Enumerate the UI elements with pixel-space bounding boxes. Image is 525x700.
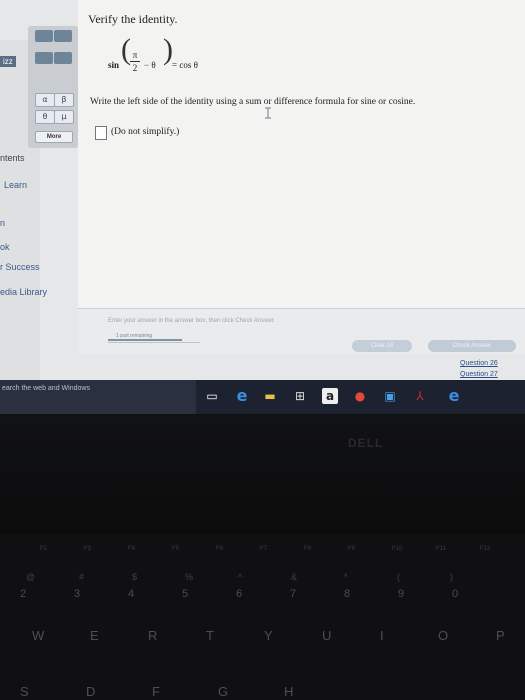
equation-numerator: π — [132, 50, 138, 60]
answer-hint: Enter your answer in the answer box, the… — [108, 318, 276, 324]
sidebar-item-quiz[interactable]: izz — [0, 56, 16, 67]
key-*: * — [344, 572, 348, 582]
check-answer-button[interactable]: Check Answer — [428, 340, 516, 352]
clear-all-button[interactable]: Clear All — [352, 340, 412, 352]
amazon-icon[interactable]: a — [322, 388, 338, 404]
palette-alpha-button[interactable]: α — [35, 93, 55, 107]
key-u: U — [322, 628, 332, 643]
key-): ) — [450, 572, 453, 582]
key-o: O — [438, 628, 449, 643]
edge-icon[interactable]: e — [234, 388, 250, 404]
key-y: Y — [264, 628, 273, 643]
task-view-icon[interactable]: ▭ — [204, 388, 220, 404]
key-s: S — [20, 684, 29, 699]
key-^: ^ — [238, 572, 243, 582]
photos-icon[interactable]: ▣ — [382, 388, 398, 404]
sidebar-item-media-library[interactable]: edia Library — [0, 287, 47, 297]
key-8: 8 — [344, 588, 351, 600]
palette-theta-button[interactable]: θ — [35, 110, 55, 124]
key-f12: F12 — [480, 546, 491, 552]
palette-more-button[interactable]: More — [35, 131, 73, 143]
question-instruction: Write the left side of the identity usin… — [90, 97, 416, 107]
sidebar-item-success[interactable]: r Success — [0, 262, 40, 272]
palette-exponent-button[interactable] — [35, 52, 53, 64]
key-$: $ — [132, 572, 138, 582]
key-e: E — [90, 628, 99, 643]
question-27-link[interactable]: Question 27 — [460, 371, 498, 378]
math-palette: α β θ μ More — [28, 26, 78, 148]
laptop-keyboard — [0, 534, 525, 700]
key-9: 9 — [398, 588, 405, 600]
store-icon[interactable]: ⊞ — [292, 388, 308, 404]
progress-fill — [108, 339, 182, 341]
equation-denominator: 2 — [132, 63, 138, 73]
key-f5: F5 — [172, 546, 180, 552]
key-2: 2 — [20, 588, 27, 600]
key-7: 7 — [290, 588, 297, 600]
key-4: 4 — [128, 588, 135, 600]
key-f4: F4 — [128, 546, 136, 552]
taskbar-search-placeholder: earch the web and Windows — [2, 385, 90, 392]
key-d: D — [86, 684, 96, 699]
equation-rest: − θ — [144, 60, 156, 70]
palette-mu-button[interactable]: μ — [54, 110, 74, 124]
key-t: T — [206, 628, 214, 643]
question-panel — [78, 0, 525, 352]
key-g: G — [218, 684, 229, 699]
fraction-bar — [130, 61, 140, 62]
sidebar-item-learn[interactable]: Learn — [4, 180, 27, 190]
palette-abs-button[interactable] — [54, 52, 72, 64]
key-f2: F2 — [40, 546, 48, 552]
key-@: @ — [26, 572, 36, 582]
sidebar-item-contents[interactable]: ntents — [0, 153, 25, 163]
text-cursor-icon — [265, 107, 271, 119]
key-%: % — [185, 572, 194, 582]
key-w: W — [32, 628, 45, 643]
sidebar-item-n[interactable]: n — [0, 218, 5, 228]
key-f11: F11 — [436, 546, 446, 552]
key-#: # — [79, 572, 85, 582]
sidebar-item-ebook[interactable]: ok — [0, 242, 10, 252]
answer-note: (Do not simplify.) — [111, 127, 180, 137]
taskbar-search-box[interactable]: earch the web and Windows — [0, 380, 196, 414]
equation-fraction: π 2 — [128, 50, 142, 73]
file-explorer-icon[interactable]: ▬ — [262, 388, 278, 404]
screen: izz ntents Learn n ok r Success edia Lib… — [0, 0, 525, 380]
key-f9: F9 — [348, 546, 356, 552]
laptop-brand-logo: DELL — [348, 436, 384, 450]
key-f8: F8 — [304, 546, 312, 552]
palette-mixed-button[interactable] — [54, 30, 72, 42]
key-f: F — [152, 684, 160, 699]
key-r: R — [148, 628, 158, 643]
key-6: 6 — [236, 588, 243, 600]
question-26-link[interactable]: Question 26 — [460, 360, 498, 367]
answer-input-box[interactable] — [95, 126, 107, 140]
key-0: 0 — [452, 588, 459, 600]
key-f6: F6 — [216, 546, 224, 552]
laptop-bezel — [0, 414, 525, 534]
ie-icon[interactable]: e — [446, 388, 462, 404]
palette-beta-button[interactable]: β — [54, 93, 74, 107]
key-3: 3 — [74, 588, 81, 600]
equation-rhs: = cos θ — [172, 60, 198, 70]
key-f3: F3 — [84, 546, 92, 552]
acrobat-icon[interactable]: ⅄ — [412, 388, 428, 404]
windows-taskbar: earch the web and Windows ▭ e ▬ ⊞ a ● ▣ … — [0, 380, 525, 414]
key-h: H — [284, 684, 294, 699]
question-title: Verify the identity. — [88, 12, 178, 26]
progress-bar: 1 part remaining — [108, 333, 200, 343]
key-(: ( — [397, 572, 400, 582]
palette-fraction-button[interactable] — [35, 30, 53, 42]
key-p: P — [496, 628, 505, 643]
equation-func: sin — [108, 60, 120, 70]
key-f10: F10 — [392, 546, 403, 552]
key-5: 5 — [182, 588, 189, 600]
key-i: I — [380, 628, 384, 643]
chrome-icon[interactable]: ● — [352, 388, 368, 404]
key-f7: F7 — [260, 546, 268, 552]
key-&: & — [291, 572, 298, 582]
